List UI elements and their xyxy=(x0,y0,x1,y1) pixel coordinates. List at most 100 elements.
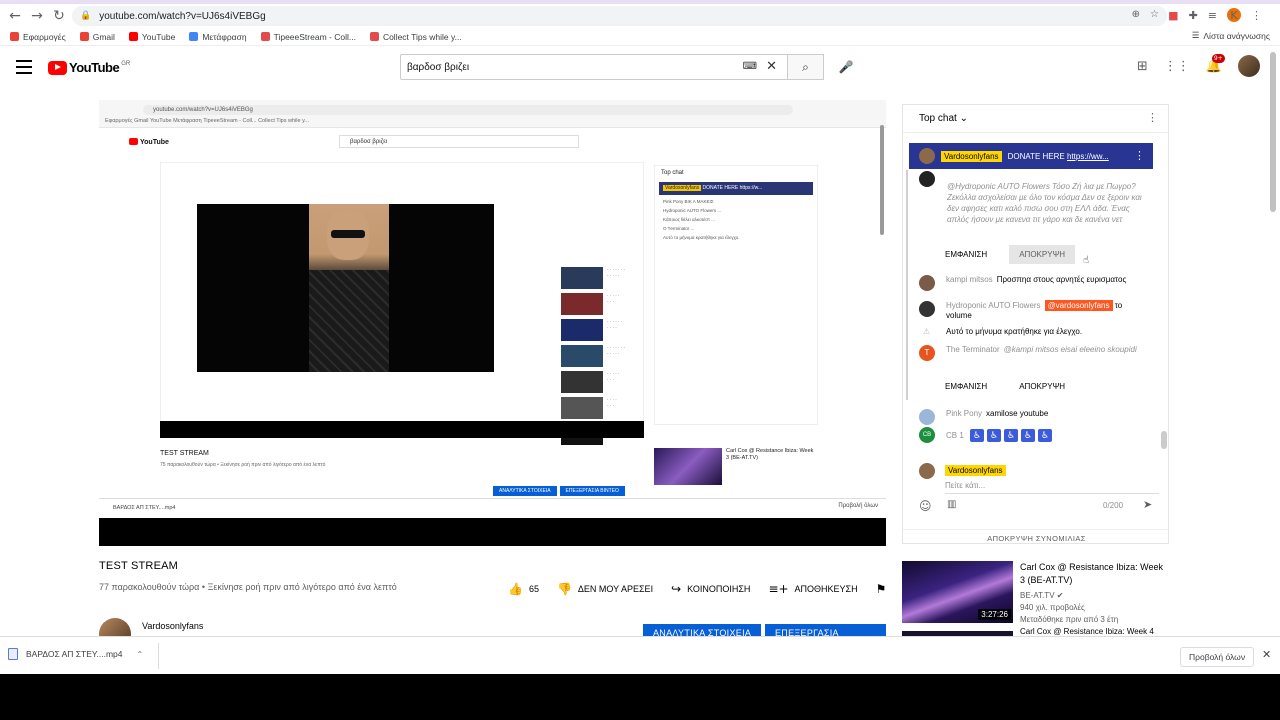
menu-kebab-icon[interactable]: ⋮ xyxy=(1251,9,1262,22)
chevron-up-icon[interactable]: ⌃ xyxy=(136,650,143,659)
flag-icon: ⚑ xyxy=(875,582,887,596)
reading-list-button[interactable]: ☰ Λίστα ανάγνωσης xyxy=(1192,31,1270,41)
reload-icon[interactable]: ↻ xyxy=(48,5,70,27)
like-button[interactable]: 👍 65 xyxy=(508,582,539,596)
streamer-image xyxy=(309,204,389,372)
bookmark-translate[interactable]: Μετάφραση xyxy=(189,32,247,42)
show-button[interactable]: ΕΜΦΑΝΙΣΗ xyxy=(935,377,998,396)
emoji-row: ♿ ♿ ♿ ♿ ♿ xyxy=(970,429,1053,442)
chat-message: kampi mitsos Προσπηα στους αρνητές ευρισμ… xyxy=(919,275,1149,291)
channel-row: Vardosonlyfans ΑΝΑΛΥΤΙΚΑ ΣΤΟΙΧΕΙΑ ΕΠΕΞΕΡ… xyxy=(99,616,886,650)
chat-scrollbar[interactable] xyxy=(1161,431,1167,449)
char-counter: 0/200 xyxy=(1103,501,1124,510)
hide-button[interactable]: ΑΠΟΚΡΥΨΗ xyxy=(1009,245,1076,264)
poll-icon[interactable]: ▥ xyxy=(947,499,956,510)
bookmark-youtube[interactable]: YouTube xyxy=(128,32,175,42)
hide-chat-button[interactable]: ΑΠΟΚΡΥΨΗ ΣΥΝΟΜΙΛΙΑΣ xyxy=(903,529,1168,543)
recommended-video[interactable]: 3:27:26 Carl Cox @ Resistance Ibiza: Wee… xyxy=(902,561,1172,625)
puzzle-icon[interactable]: ✚ xyxy=(1189,9,1198,22)
nested-pinned-donation: Vardosonlyfans DONATE HERE https://w... xyxy=(659,182,813,195)
held-message-actions: ΕΜΦΑΝΙΣΗ ΑΠΟΚΡΥΨΗ xyxy=(935,377,1076,396)
wheelchair-emoji-icon: ♿ xyxy=(1021,429,1036,442)
apps-grid-icon[interactable]: ⋮⋮ xyxy=(1164,59,1190,74)
gmail-icon xyxy=(79,32,89,41)
video-actions: 👍 65 👎 ΔΕΝ ΜΟΥ ΑΡΕΣΕΙ ↪ ΚΟΙΝΟΠΟΙΗΣΗ ≡+ ΑΠΟΘΗ… xyxy=(508,582,886,596)
nested-recommendation: Carl Cox @ Resistance Ibiza: Week 3 (BE-… xyxy=(654,448,816,485)
held-message-actions: ΕΜΦΑΝΙΣΗ ΑΠΟΚΡΥΨΗ xyxy=(935,245,1076,264)
hide-button[interactable]: ΑΠΟΚΡΥΨΗ xyxy=(1009,377,1076,396)
wheelchair-emoji-icon: ♿ xyxy=(970,429,985,442)
chat-message: Hydroponic AUTO Flowers @vardosonlyfans τ… xyxy=(919,300,1149,321)
video-thumbnail[interactable]: 3:27:26 xyxy=(902,561,1013,623)
show-all-downloads-button[interactable]: Προβολή όλων xyxy=(1180,647,1255,667)
bookmark-gmail[interactable]: Gmail xyxy=(79,32,115,42)
channel-name[interactable]: Vardosonlyfans xyxy=(142,621,203,631)
verified-check-icon: ✔ xyxy=(1056,591,1064,600)
save-button[interactable]: ≡+ ΑΠΟΘΗΚΕΥΣΗ xyxy=(768,582,857,596)
hamburger-menu-icon[interactable] xyxy=(16,60,32,74)
star-icon[interactable]: ☆ xyxy=(1150,9,1159,20)
recommended-title[interactable]: Carl Cox @ Resistance Ibiza: Week 3 (BE-… xyxy=(1020,561,1170,587)
address-bar[interactable]: 🔒 youtube.com/watch?v=UJ6s4iVEBGg ⊕ ☆ xyxy=(72,6,1167,26)
avatar: CB xyxy=(919,427,935,443)
clear-search-icon[interactable]: ✕ xyxy=(766,59,777,74)
pinned-menu-kebab-icon[interactable]: ⋮ xyxy=(1134,149,1145,162)
held-thread-rail xyxy=(906,170,908,400)
chat-message: Pink Pony xamilose youtube xyxy=(919,409,1149,425)
avatar xyxy=(919,171,935,187)
top-chat-dropdown[interactable]: Top chat ⌄ xyxy=(919,113,968,124)
bookmark-apps[interactable]: Εφαρμογές xyxy=(10,32,66,42)
translate-icon xyxy=(189,32,199,41)
nested-video-meta: 75 παρακολουθούν τώρα • Ξεκίνησε ροή πρι… xyxy=(160,462,326,468)
recommended-title[interactable]: Carl Cox @ Resistance Ibiza: Week 4 (BE-… xyxy=(1020,627,1172,636)
account-avatar[interactable] xyxy=(1238,55,1260,77)
bookmark-collect-tips[interactable]: Collect Tips while y... xyxy=(369,32,462,42)
chat-menu-kebab-icon[interactable]: ⋮ xyxy=(1147,111,1158,124)
thumbs-down-icon: 👎 xyxy=(556,582,572,596)
avatar xyxy=(919,301,935,317)
keyboard-icon[interactable]: ⌨ xyxy=(743,61,757,72)
back-icon[interactable]: ← xyxy=(4,5,26,27)
file-icon xyxy=(8,648,18,660)
warning-icon: ⚠ xyxy=(923,327,931,336)
address-bar-row: ← → ↻ 🔒 youtube.com/watch?v=UJ6s4iVEBGg … xyxy=(0,4,1280,28)
bookmark-tipeeestream[interactable]: TipeeeStream - Coll... xyxy=(260,32,356,42)
report-button[interactable]: ⚑ xyxy=(876,582,887,596)
close-icon[interactable]: ✕ xyxy=(1262,648,1271,661)
emoji-icon[interactable]: ☺ xyxy=(919,499,932,513)
show-button[interactable]: ΕΜΦΑΝΙΣΗ xyxy=(935,245,998,264)
install-icon[interactable]: ⊕ xyxy=(1132,9,1140,20)
notification-count-badge: 9+ xyxy=(1211,53,1225,63)
avatar xyxy=(919,409,935,425)
share-button[interactable]: ↪ ΚΟΙΝΟΠΟΙΗΣΗ xyxy=(671,582,750,596)
tipeee-icon xyxy=(369,32,379,41)
search-input[interactable]: βαρδοσ βριζει ⌨ ✕ xyxy=(400,54,788,80)
nested-download-bar: ΒΑΡΔΟΣ ΑΠ ΣΤΕΥ....mp4 Προβολή όλων xyxy=(99,498,886,518)
send-icon[interactable]: ➤ xyxy=(1143,498,1152,511)
chat-message: T The Terminator @kampi mitsos eisai elee… xyxy=(919,345,1149,361)
media-icon[interactable]: ≡ xyxy=(1208,9,1217,22)
video-player[interactable]: youtube.com/watch?v=UJ6s4iVEBGg Εφαρμογέ… xyxy=(99,100,886,546)
voice-search-mic-icon[interactable]: 🎤 xyxy=(836,56,856,78)
download-item[interactable]: ΒΑΡΔΟΣ ΑΠ ΣΤΕΥ....mp4 ⌃ xyxy=(8,648,143,660)
extension-tipeee-icon[interactable]: ■ xyxy=(1168,9,1178,22)
dislike-button[interactable]: 👎 ΔΕΝ ΜΟΥ ΑΡΕΣΕΙ xyxy=(557,582,653,596)
forward-icon[interactable]: → xyxy=(26,5,48,27)
pinned-donation-message[interactable]: Vardosonlyfans DONATE HERE https://ww...… xyxy=(909,143,1153,169)
youtube-logo[interactable]: YouTube GR xyxy=(48,60,130,75)
recommended-channel[interactable]: BE-AT.TV ✔ xyxy=(1020,591,1063,600)
duration-badge: 3:27:26 xyxy=(978,609,1011,620)
create-video-icon[interactable]: ⊞ xyxy=(1137,59,1148,74)
stream-frame: youtube.com/watch?v=UJ6s4iVEBGg Εφαρμογέ… xyxy=(99,100,886,518)
search-button[interactable]: ⌕ xyxy=(788,54,824,80)
notifications-bell-icon[interactable]: 🔔 9+ xyxy=(1206,53,1225,74)
chat-input[interactable]: Πείτε κάτι... xyxy=(945,481,985,490)
nested-action-buttons: ΑΝΑΛΥΤΙΚΑ ΣΤΟΙΧΕΙΑ ΕΠΕΞΕΡΓΑΣΙΑ ΒΙΝΤΕΟ xyxy=(493,486,625,496)
reading-list-icon: ☰ xyxy=(1191,31,1200,41)
profile-avatar[interactable]: K xyxy=(1227,8,1241,22)
share-icon: ↪ xyxy=(671,582,682,596)
nested-youtube-header: YouTube βαρδοσ βριζει xyxy=(99,130,886,152)
avatar xyxy=(919,275,935,291)
page-scrollbar[interactable] xyxy=(1270,52,1276,212)
chevron-down-icon: ⌄ xyxy=(959,113,968,124)
